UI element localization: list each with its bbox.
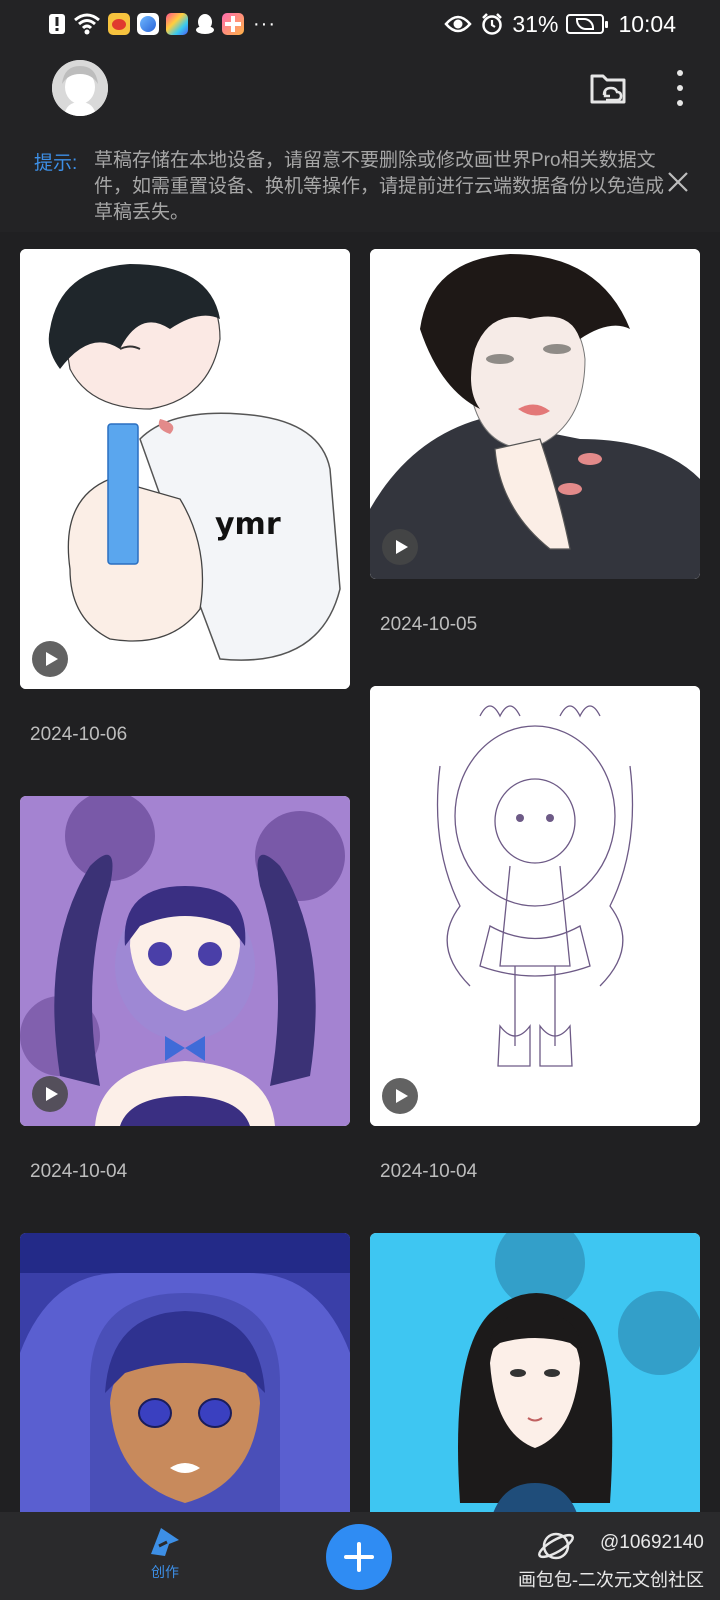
draft-card[interactable] — [370, 686, 700, 1126]
more-notifications-icon: ··· — [253, 12, 276, 35]
notice-text: 草稿存储在本地设备，请留意不要删除或修改画世界Pro相关数据文件，如需重置设备、… — [94, 150, 665, 223]
planet-icon — [538, 1532, 574, 1560]
cloud-folder-icon[interactable] — [588, 68, 628, 108]
avatar[interactable] — [52, 60, 108, 116]
battery-percent: 31% — [512, 10, 559, 37]
watermark-text: 画包包-二次元文创社区 — [518, 1570, 704, 1590]
bottom-nav: 创作 @10692140 画包包-二次元文创社区 — [0, 1512, 720, 1600]
add-icon[interactable] — [326, 1524, 392, 1590]
app-header — [0, 48, 720, 136]
create-icon — [151, 1528, 179, 1556]
draft-card[interactable] — [20, 1233, 350, 1523]
draft-thumbnail — [370, 1233, 700, 1523]
play-icon[interactable] — [32, 1076, 68, 1112]
painter-app-icon — [222, 13, 244, 35]
draft-date: 2024-10-06 — [30, 724, 128, 745]
svg-text:ymr: ymr — [215, 507, 281, 542]
qq-icon — [196, 14, 214, 34]
play-icon[interactable] — [382, 529, 418, 565]
close-icon[interactable] — [666, 170, 690, 194]
draft-date: 2024-10-04 — [380, 1161, 478, 1182]
nav-create[interactable]: 创作 — [140, 1524, 190, 1582]
draft-date: 2024-10-04 — [30, 1161, 128, 1182]
battery-icon — [566, 14, 609, 34]
weibo-icon — [108, 13, 130, 35]
notice-label: 提示: — [34, 153, 78, 174]
alarm-icon — [482, 13, 503, 35]
nav-create-label: 创作 — [151, 1564, 179, 1580]
eye-icon — [444, 15, 473, 33]
draft-card[interactable] — [370, 249, 700, 579]
play-icon[interactable] — [382, 1078, 418, 1114]
draft-thumbnail — [370, 686, 700, 1126]
clock: 10:04 — [618, 10, 676, 37]
alert-icon — [49, 14, 65, 34]
draft-card[interactable] — [370, 1233, 700, 1523]
draft-date: 2024-10-05 — [380, 614, 478, 635]
status-bar: ··· 31% 10:04 — [0, 0, 720, 48]
wifi-icon — [74, 13, 100, 35]
draft-thumbnail: ymr — [20, 249, 350, 689]
play-icon[interactable] — [32, 641, 68, 677]
draft-card[interactable] — [20, 796, 350, 1126]
notice-banner: 提示: 草稿存储在本地设备，请留意不要删除或修改画世界Pro相关数据文件，如需重… — [0, 136, 720, 232]
browser-icon — [137, 13, 159, 35]
draft-thumbnail — [20, 796, 350, 1126]
draft-card[interactable]: ymr — [20, 249, 350, 689]
more-icon[interactable] — [664, 66, 696, 110]
draft-thumbnail — [20, 1233, 350, 1523]
draft-thumbnail — [370, 249, 700, 579]
watermark-id: @10692140 — [600, 1532, 704, 1553]
colorful-app-icon — [166, 13, 188, 35]
